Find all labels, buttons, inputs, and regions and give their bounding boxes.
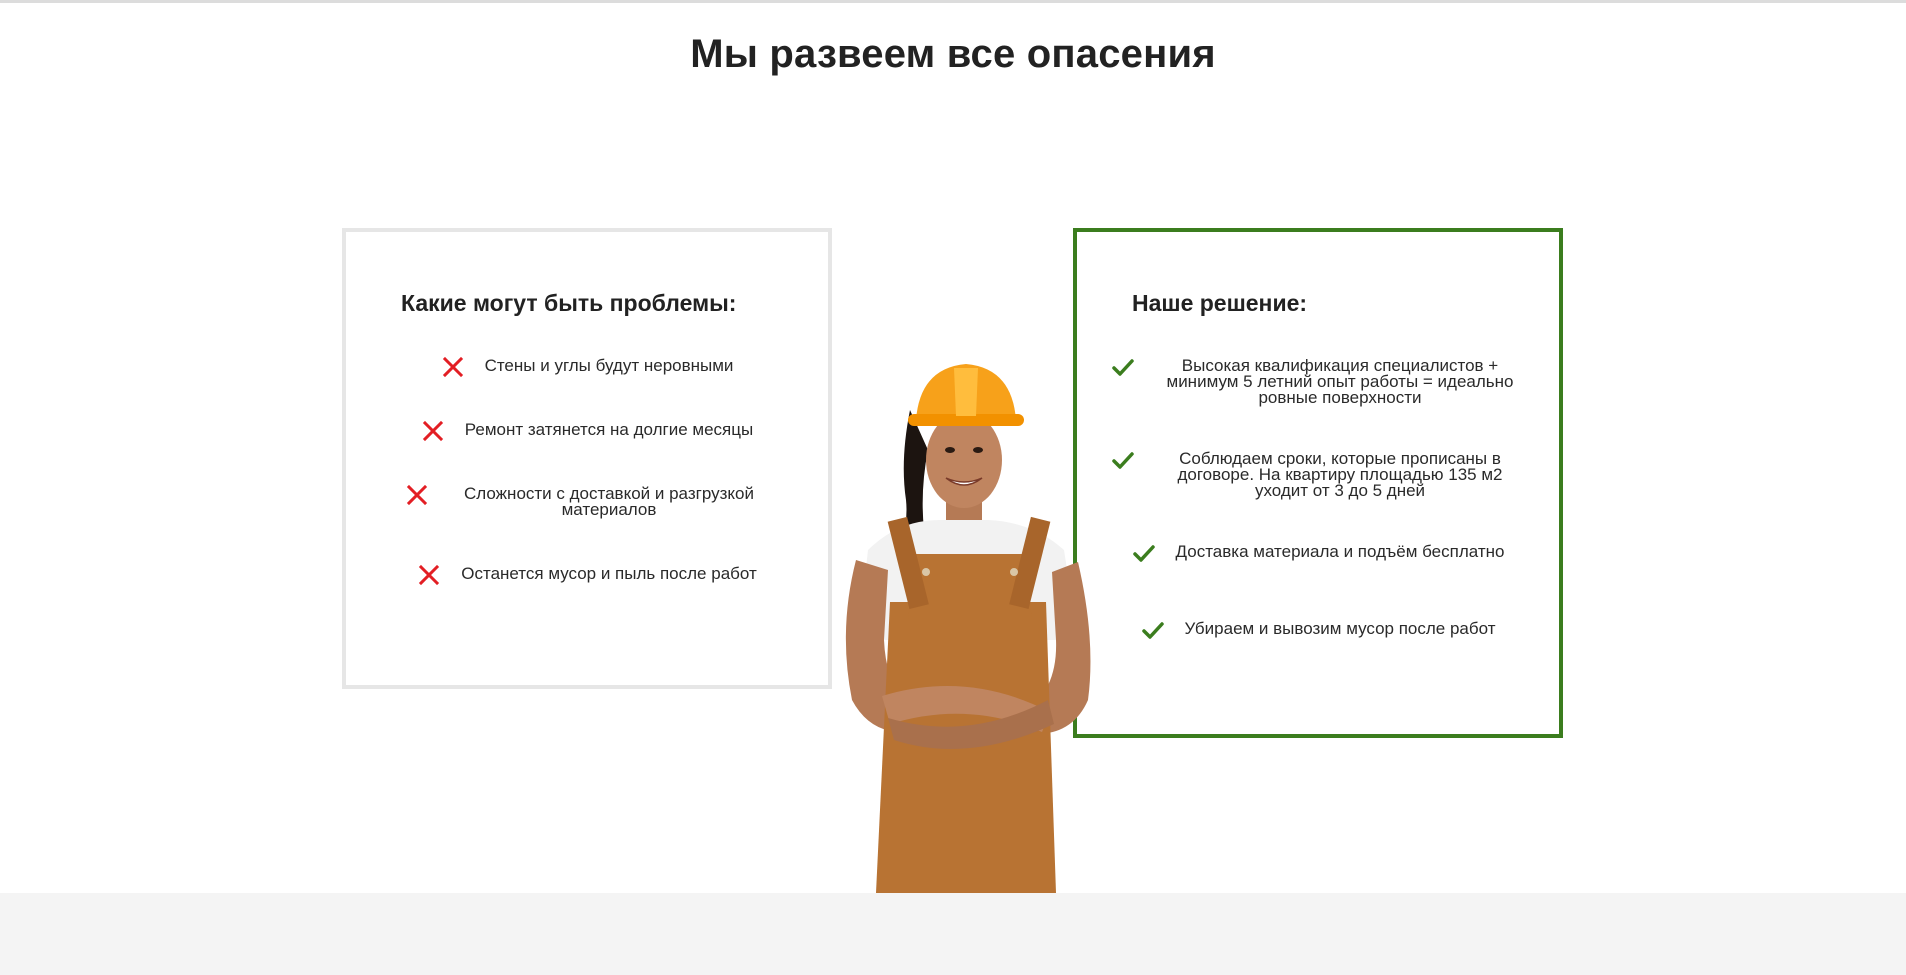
solution-item-label: Соблюдаем сроки, которые прописаны в дог… xyxy=(1177,449,1503,500)
cross-icon xyxy=(419,564,440,586)
checkmark-icon xyxy=(1132,545,1155,562)
top-divider xyxy=(0,0,1906,3)
solution-item: Доставка материала и подъём бесплатно xyxy=(1077,542,1559,565)
section-title: Мы развеем все опасения xyxy=(690,32,1216,76)
problems-card: Какие могут быть проблемы: Стены и углы … xyxy=(342,228,832,689)
solution-item-label: Доставка материала и подъём бесплатно xyxy=(1175,542,1505,561)
problem-item-label: Сложности с доставкой и разгрузкой матер… xyxy=(464,484,754,519)
construction-worker-image xyxy=(845,364,1091,893)
problem-item-label: Стены и углы будут неровными xyxy=(484,356,734,375)
problem-item: Останется мусор и пыль после работ xyxy=(346,564,828,587)
cross-icon xyxy=(406,484,428,506)
solution-item: Соблюдаем сроки, которые прописаны в дог… xyxy=(1077,449,1559,500)
page: Мы развеем все опасения Какие могут быть… xyxy=(0,0,1906,975)
solutions-card: Наше решение: Высокая квалификация специ… xyxy=(1073,228,1563,738)
solution-item: Высокая квалификация специалистов + мини… xyxy=(1077,356,1559,407)
solution-item: Убираем и вывозим мусор после работ xyxy=(1077,619,1559,642)
problem-item: Стены и углы будут неровными xyxy=(346,356,828,379)
checkmark-icon xyxy=(1141,622,1164,639)
solution-item-label: Высокая квалификация специалистов + мини… xyxy=(1166,356,1514,407)
solutions-title: Наше решение: xyxy=(1132,290,1308,316)
cross-icon xyxy=(422,420,443,442)
problems-title: Какие могут быть проблемы: xyxy=(401,290,737,316)
cross-icon xyxy=(442,356,463,378)
solution-item-label: Убираем и вывозим мусор после работ xyxy=(1184,619,1496,638)
problem-item: Ремонт затянется на долгие месяцы xyxy=(346,420,828,443)
problem-item: Сложности с доставкой и разгрузкой матер… xyxy=(346,484,828,519)
checkmark-icon xyxy=(1112,452,1134,469)
checkmark-icon xyxy=(1112,359,1134,376)
problem-item-label: Ремонт затянется на долгие месяцы xyxy=(464,420,754,439)
footer-band xyxy=(0,893,1906,975)
problem-item-label: Останется мусор и пыль после работ xyxy=(461,564,757,583)
